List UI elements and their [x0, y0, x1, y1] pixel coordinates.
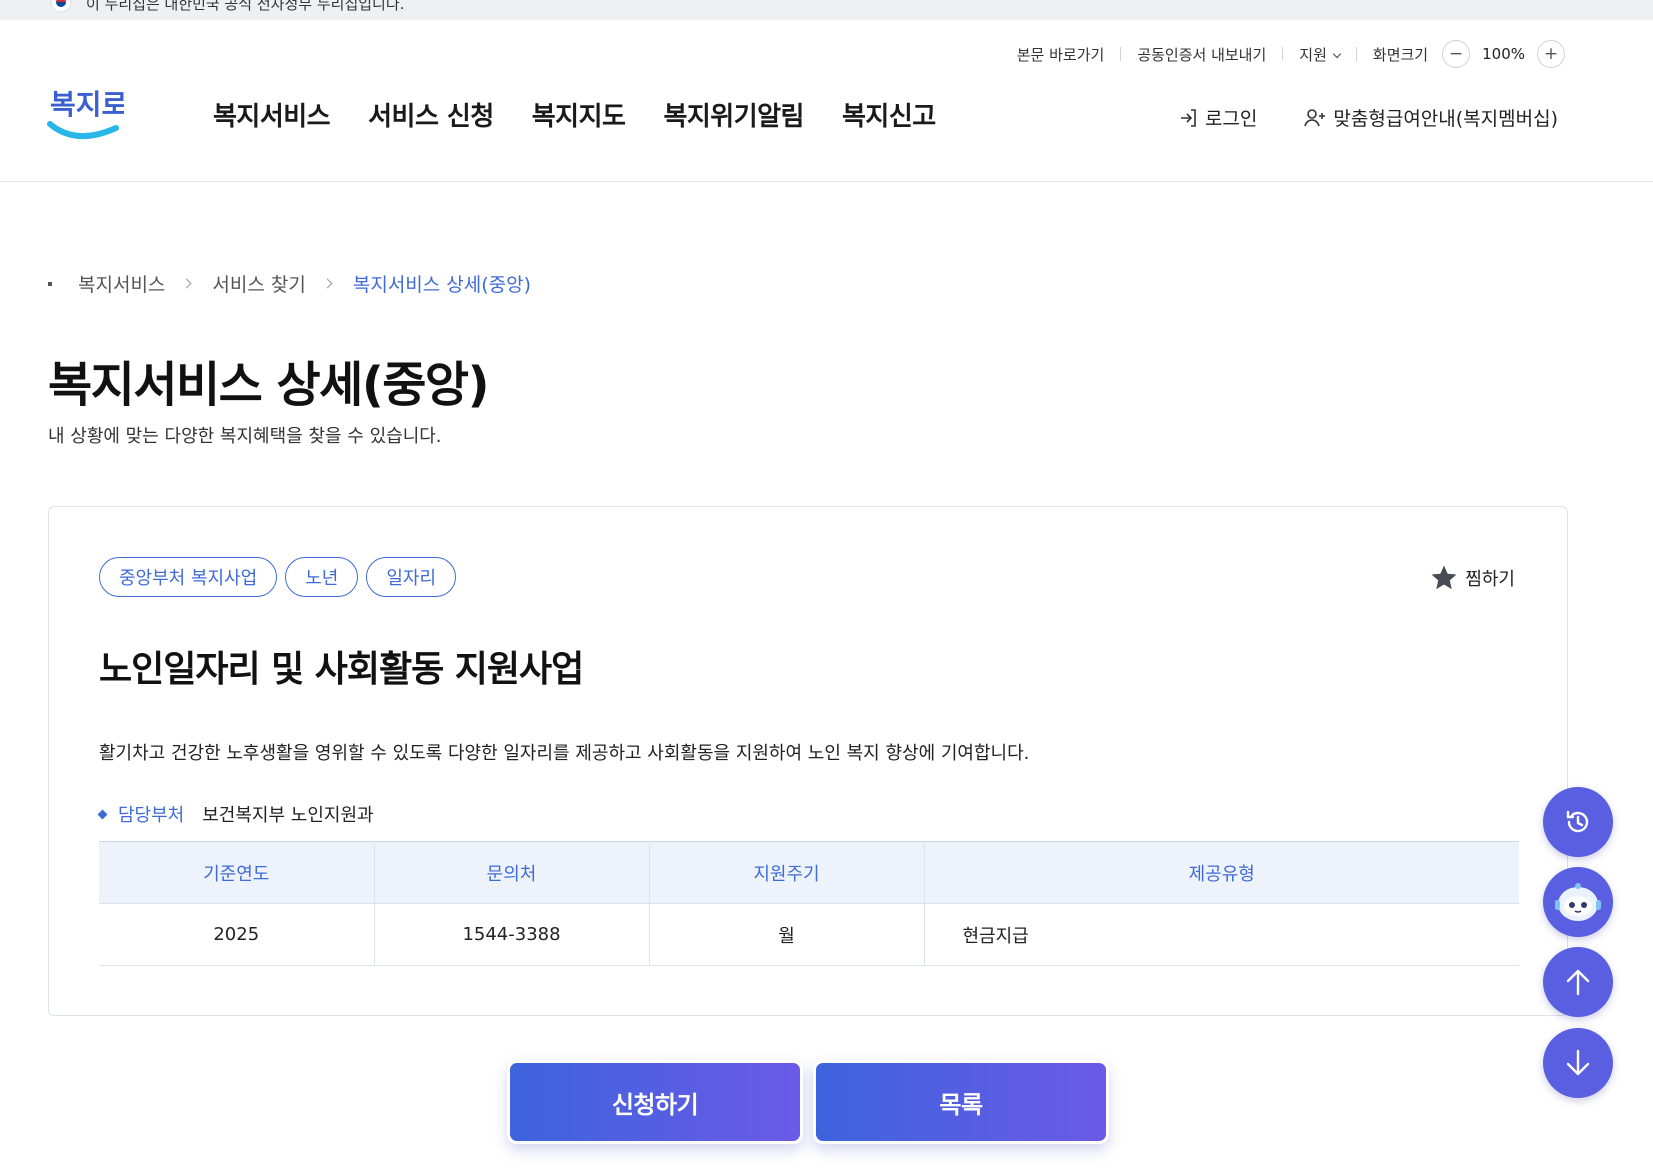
membership-button[interactable]: 맞춤형급여안내(복지멤버십) [1303, 104, 1558, 131]
header-base-year: 기준연도 [99, 841, 374, 904]
table-header-row: 기준연도 문의처 지원주기 제공유형 [99, 841, 1519, 904]
tag-elderly[interactable]: 노년 [285, 557, 359, 597]
korea-flag-icon [50, 0, 72, 13]
cell-base-year: 2025 [99, 903, 374, 966]
membership-label: 맞춤형급여안내(복지멤버십) [1333, 108, 1558, 130]
page-subtitle: 내 상황에 맞는 다양한 복지혜택을 찾을 수 있습니다. [48, 426, 442, 447]
nav-welfare-report[interactable]: 복지신고 [842, 96, 936, 133]
header-support-cycle: 지원주기 [648, 841, 924, 904]
divider [1282, 47, 1284, 61]
arrow-up-icon [1566, 969, 1590, 996]
scroll-top-button[interactable] [1543, 947, 1613, 1017]
department-label: 담당부처 [118, 805, 185, 826]
login-button[interactable]: 로그인 [1177, 104, 1257, 131]
bokjiro-logo[interactable]: 복지로 [46, 80, 124, 150]
divider [1120, 47, 1122, 61]
chatbot-button[interactable] [1543, 867, 1613, 937]
breadcrumb-current: 복지서비스 상세(중앙) [352, 274, 532, 296]
breadcrumb: 복지서비스 서비스 찾기 복지서비스 상세(중앙) [48, 270, 531, 297]
utility-bar: 본문 바로가기 공동인증서 내보내기 지원 화면크기 − 100% + [1017, 40, 1565, 68]
tag-list: 중앙부처 복지사업 노년 일자리 [99, 557, 457, 597]
zoom-value: 100% [1482, 45, 1525, 63]
cert-export-link[interactable]: 공동인증서 내보내기 [1137, 44, 1266, 65]
zoom-in-button[interactable]: + [1537, 40, 1565, 68]
page-title: 복지서비스 상세(중앙) [48, 357, 490, 413]
history-icon [1566, 810, 1589, 833]
nav-service-apply[interactable]: 서비스 신청 [368, 96, 494, 133]
tag-central-ministry[interactable]: 중앙부처 복지사업 [99, 557, 278, 597]
header-divider [0, 181, 1653, 182]
breadcrumb-item[interactable]: 서비스 찾기 [212, 270, 305, 297]
arrow-down-icon [1566, 1049, 1590, 1076]
favorite-label: 찜하기 [1465, 569, 1515, 590]
cell-provision-type: 현금지급 [923, 903, 1519, 966]
service-title: 노인일자리 및 사회활동 지원사업 [99, 649, 584, 690]
nav-welfare-map[interactable]: 복지지도 [532, 96, 626, 133]
zoom-out-button[interactable]: − [1442, 40, 1471, 68]
header-provision-type: 제공유형 [923, 841, 1519, 904]
login-icon [1180, 108, 1196, 127]
support-label: 지원 [1299, 45, 1327, 64]
chatbot-icon [1555, 883, 1601, 921]
cell-contact: 1544-3388 [373, 903, 649, 966]
cell-support-cycle: 월 [648, 903, 924, 966]
department-value: 보건복지부 노인지원과 [202, 805, 374, 826]
recent-history-button[interactable] [1543, 787, 1613, 857]
service-detail-card: 중앙부처 복지사업 노년 일자리 찜하기 노인일자리 및 사회활동 지원사업 활… [48, 506, 1568, 1016]
divider [1355, 47, 1357, 61]
skip-to-content-link[interactable]: 본문 바로가기 [1017, 44, 1105, 65]
header-contact: 문의처 [373, 841, 649, 904]
zoom-label: 화면크기 [1372, 45, 1429, 64]
tag-jobs[interactable]: 일자리 [366, 557, 457, 597]
breadcrumb-bullet [48, 281, 52, 286]
apply-button[interactable]: 신청하기 [507, 1060, 803, 1144]
service-info-table: 기준연도 문의처 지원주기 제공유형 2025 1544-3388 월 현금지급 [99, 841, 1519, 966]
gov-banner: 이 누리집은 대한민국 공식 전자정부 누리집입니다. [0, 0, 1653, 20]
chevron-down-icon [1332, 49, 1342, 58]
nav-welfare-services[interactable]: 복지서비스 [213, 96, 331, 133]
user-add-icon [1304, 108, 1326, 126]
breadcrumb-item[interactable]: 복지서비스 [78, 270, 165, 297]
chevron-right-icon [181, 278, 192, 289]
scroll-bottom-button[interactable] [1543, 1028, 1613, 1098]
favorite-button[interactable]: 찜하기 [1429, 563, 1515, 593]
support-dropdown[interactable]: 지원 [1299, 44, 1342, 65]
nav-crisis-alert[interactable]: 복지위기알림 [663, 96, 804, 133]
auth-area: 로그인 맞춤형급여안내(복지멤버십) [1177, 104, 1558, 131]
action-buttons: 신청하기 목록 [507, 1060, 1109, 1144]
table-row: 2025 1544-3388 월 현금지급 [99, 903, 1519, 966]
gov-banner-text: 이 누리집은 대한민국 공식 전자정부 누리집입니다. [86, 0, 405, 13]
list-button[interactable]: 목록 [813, 1060, 1109, 1144]
service-description: 활기차고 건강한 노후생활을 영위할 수 있도록 다양한 일자리를 제공하고 사… [99, 743, 1030, 764]
main-nav: 복지서비스 서비스 신청 복지지도 복지위기알림 복지신고 [213, 96, 974, 133]
chevron-right-icon [322, 278, 333, 289]
logo-text: 복지로 [50, 88, 124, 121]
login-label: 로그인 [1204, 108, 1258, 130]
diamond-bullet-icon [97, 809, 108, 819]
star-icon [1431, 565, 1457, 590]
department-info: 담당부처 보건복지부 노인지원과 [97, 801, 374, 827]
